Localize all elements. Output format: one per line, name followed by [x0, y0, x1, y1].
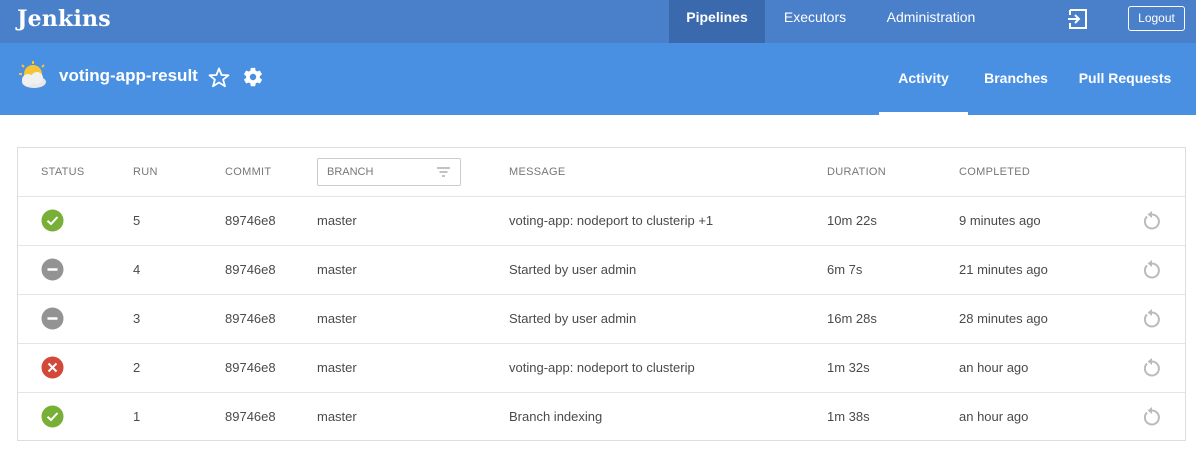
sign-out-icon[interactable] [1067, 8, 1089, 30]
commit-id[interactable]: 89746e8 [225, 393, 276, 441]
run-number: 4 [133, 262, 141, 277]
commit-message: Branch indexing [509, 409, 603, 424]
commit-message: voting-app: nodeport to clusterip +1 [509, 213, 714, 228]
branch-name: master [317, 213, 357, 228]
run-number: 1 [133, 409, 141, 424]
aborted-status-icon [41, 307, 64, 330]
replay-icon[interactable] [1141, 357, 1163, 379]
logout-button[interactable]: Logout [1128, 6, 1185, 31]
aborted-status-icon [41, 258, 64, 281]
commit-id[interactable]: 89746e8 [225, 295, 276, 343]
run-number: 3 [133, 311, 141, 326]
completed-time: an hour ago [959, 409, 1029, 424]
pipeline-title: voting-app-result [59, 66, 198, 85]
commit-message: voting-app: nodeport to clusterip [509, 360, 695, 375]
success-status-icon [41, 209, 64, 232]
duration: 1m 32s [827, 360, 870, 375]
tab-branches[interactable]: Branches [976, 43, 1056, 115]
failure-status-icon [41, 356, 64, 379]
table-header-row: STATUS RUN COMMIT BRANCH MESSAGE DURATIO… [18, 148, 1185, 197]
table-row[interactable]: 4 89746e8 master Started by user admin 6… [18, 246, 1185, 295]
branch-name: master [317, 262, 357, 277]
table-row[interactable]: 1 89746e8 master Branch indexing 1m 38s … [18, 393, 1185, 442]
header-completed: COMPLETED [959, 166, 1031, 178]
top-nav-bar: Jenkins Pipelines Executors Administrati… [0, 0, 1196, 43]
pipeline-header: voting-app-result Activity Branches Pull… [0, 43, 1196, 115]
header-branch: BRANCH [327, 166, 374, 178]
jenkins-logo[interactable]: Jenkins [17, 6, 111, 32]
gear-icon[interactable] [242, 66, 264, 88]
commit-id[interactable]: 89746e8 [225, 246, 276, 294]
branch-name: master [317, 360, 357, 375]
commit-message: Started by user admin [509, 311, 637, 326]
table-row[interactable]: 5 89746e8 master voting-app: nodeport to… [18, 197, 1185, 246]
header-duration: DURATION [827, 166, 887, 178]
tab-pull-requests[interactable]: Pull Requests [1075, 43, 1175, 115]
commit-id[interactable]: 89746e8 [225, 344, 276, 392]
duration: 16m 28s [827, 311, 877, 326]
branch-name: master [317, 409, 357, 424]
nav-administration[interactable]: Administration [872, 0, 990, 43]
completed-time: 28 minutes ago [959, 311, 1048, 326]
branch-filter[interactable]: BRANCH [317, 158, 461, 186]
activity-table: STATUS RUN COMMIT BRANCH MESSAGE DURATIO… [17, 147, 1186, 441]
partly-cloudy-weather-icon [19, 61, 46, 88]
filter-icon [437, 167, 450, 177]
branch-name: master [317, 311, 357, 326]
duration: 10m 22s [827, 213, 877, 228]
replay-icon[interactable] [1141, 259, 1163, 281]
header-commit: COMMIT [225, 166, 272, 178]
run-number: 2 [133, 360, 141, 375]
completed-time: 9 minutes ago [959, 213, 1041, 228]
tab-activity[interactable]: Activity [879, 43, 968, 115]
completed-time: 21 minutes ago [959, 262, 1048, 277]
table-row[interactable]: 3 89746e8 master Started by user admin 1… [18, 295, 1185, 344]
header-run: RUN [133, 166, 158, 178]
header-status: STATUS [41, 166, 85, 178]
duration: 6m 7s [827, 262, 863, 277]
star-outline-icon[interactable] [207, 66, 231, 90]
success-status-icon [41, 405, 64, 428]
replay-icon[interactable] [1141, 210, 1163, 232]
duration: 1m 38s [827, 409, 870, 424]
table-row[interactable]: 2 89746e8 master voting-app: nodeport to… [18, 344, 1185, 393]
run-number: 5 [133, 213, 141, 228]
replay-icon[interactable] [1141, 406, 1163, 428]
nav-executors[interactable]: Executors [771, 0, 859, 43]
replay-icon[interactable] [1141, 308, 1163, 330]
commit-message: Started by user admin [509, 262, 637, 277]
commit-id[interactable]: 89746e8 [225, 197, 276, 245]
completed-time: an hour ago [959, 360, 1029, 375]
header-message: MESSAGE [509, 166, 566, 178]
nav-pipelines[interactable]: Pipelines [669, 0, 765, 43]
